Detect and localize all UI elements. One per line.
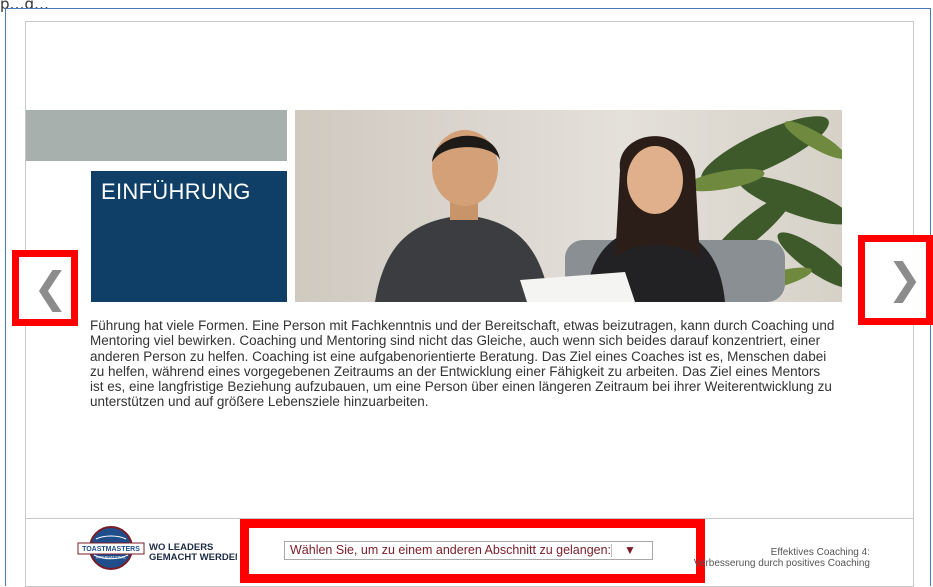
select-divider [611, 544, 612, 557]
coaching-photo-illustration [295, 110, 842, 302]
section-title: EINFÜHRUNG [101, 179, 251, 204]
section-select-value: Wählen Sie, um zu einem anderen Abschnit… [290, 543, 612, 557]
section-body-text: Führung hat viele Formen. Eine Person mi… [90, 318, 835, 410]
section-title-box: EINFÜHRUNG [91, 171, 287, 302]
slide-area [25, 21, 914, 587]
slogan: WO LEADERS GEMACHT WERDEN [149, 543, 237, 563]
coaching-photo [295, 110, 842, 302]
toastmasters-logo: TOASTMASTERS INTERNATIONAL [76, 525, 146, 571]
chevron-left-icon: ❮ [33, 263, 69, 312]
next-page-button[interactable]: ❯ [858, 235, 933, 325]
slogan-line-2: GEMACHT WERDEN [149, 552, 237, 563]
section-select[interactable]: Wählen Sie, um zu einem anderen Abschnit… [284, 541, 653, 560]
previous-page-button[interactable]: ❮ [12, 250, 78, 326]
toastmasters-globe-logo-icon: TOASTMASTERS INTERNATIONAL [77, 526, 145, 570]
logo-wordmark: TOASTMASTERS [82, 546, 140, 553]
course-title-line-1: Effektives Coaching 4: [770, 547, 870, 558]
logo-subtext: INTERNATIONAL [96, 556, 126, 560]
decorative-gray-bar [26, 110, 287, 161]
course-title: Effektives Coaching 4: Verbesserung durc… [640, 547, 870, 569]
chevron-right-icon: ❯ [887, 254, 923, 303]
course-title-line-2: Verbesserung durch positives Coaching [693, 557, 870, 569]
triangle-down-icon[interactable]: ▼ [624, 543, 636, 557]
